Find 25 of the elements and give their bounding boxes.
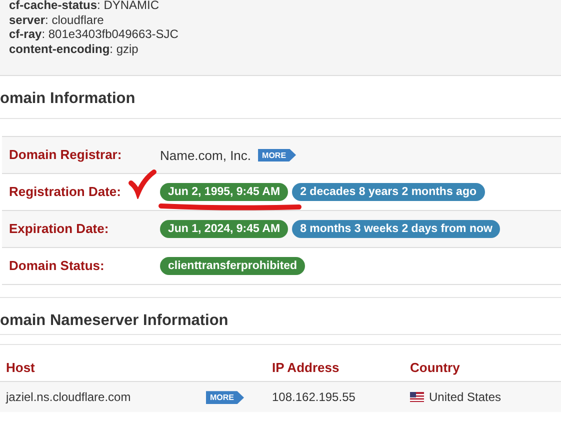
more-button[interactable]: MORE bbox=[258, 148, 296, 162]
more-button[interactable]: MORE bbox=[206, 391, 244, 404]
registrar-name: Name.com, Inc. bbox=[160, 148, 252, 162]
date-badge: clienttransferprohibited bbox=[160, 257, 306, 275]
ip-cell-text: 108.162.195.55 bbox=[272, 390, 356, 404]
header-line: server: cloudflare bbox=[9, 12, 104, 27]
header-line: cf-cache-status: DYNAMIC bbox=[9, 0, 160, 12]
column-header: Host bbox=[6, 360, 36, 375]
column-header: Country bbox=[410, 360, 461, 375]
country-cell: United States bbox=[429, 390, 502, 404]
date-badge: 8 months 3 weeks 2 days from now bbox=[292, 220, 500, 238]
field-label: Registration Date: bbox=[9, 184, 121, 199]
host-cell-text: jaziel.ns.cloudflare.com bbox=[6, 390, 132, 404]
header-line: content-encoding: gzip bbox=[9, 42, 138, 56]
field-label: Domain Status: bbox=[9, 258, 104, 273]
header-line: cf-ray: 801e3403fb049663-SJC bbox=[9, 27, 178, 42]
date-badge: 2 decades 8 years 2 months ago bbox=[292, 183, 484, 201]
field-label: Expiration Date: bbox=[9, 221, 109, 236]
field-label: Domain Registrar: bbox=[9, 147, 122, 162]
flag-icon bbox=[410, 392, 424, 402]
section-heading: omain Nameserver Information bbox=[0, 311, 228, 331]
date-badge: Jun 1, 2024, 9:45 AM bbox=[160, 220, 288, 238]
column-header: IP Address bbox=[272, 360, 340, 375]
section-heading: omain Information bbox=[0, 89, 136, 109]
date-badge: Jun 2, 1995, 9:45 AM bbox=[160, 183, 288, 201]
